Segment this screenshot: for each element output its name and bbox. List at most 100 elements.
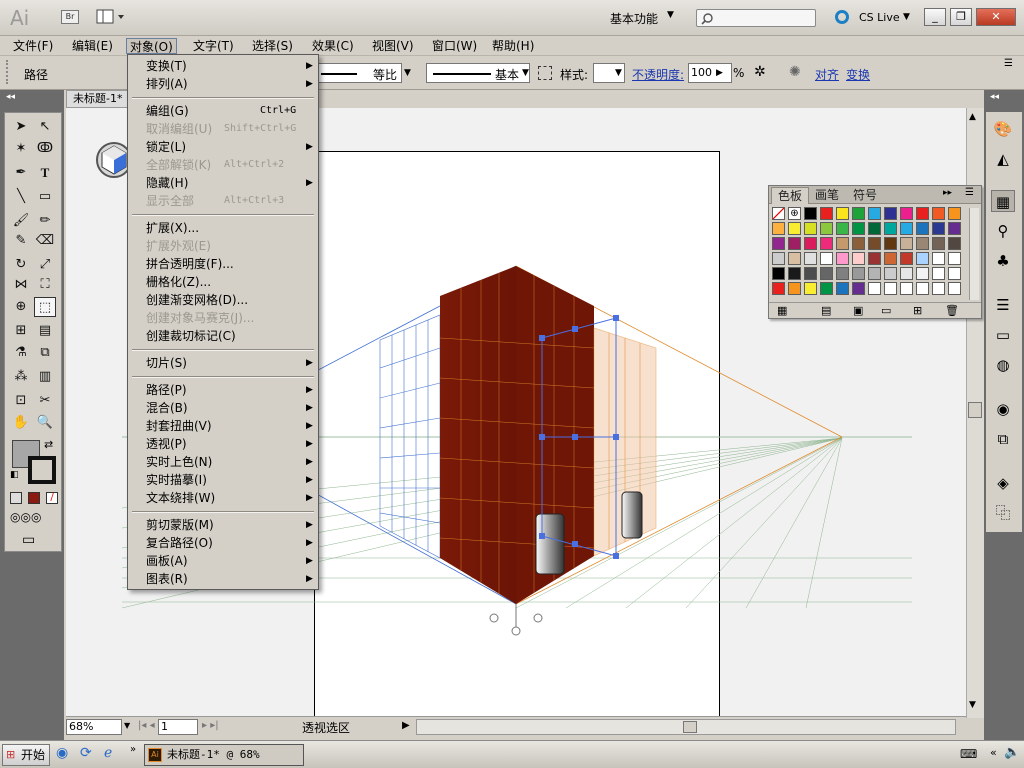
color-swatch[interactable] <box>916 282 929 295</box>
menu-file[interactable]: 文件(F) <box>10 38 56 54</box>
color-swatch[interactable] <box>900 237 913 250</box>
object-menu-item[interactable]: 路径(P) <box>146 381 187 399</box>
color-swatch[interactable] <box>932 252 945 265</box>
object-menu-item[interactable]: 创建渐变网格(D)... <box>146 291 248 309</box>
layers-panel-icon[interactable]: ◈ <box>991 472 1015 494</box>
opacity-input[interactable]: 100 <box>688 63 732 83</box>
menu-window[interactable]: 窗口(W) <box>429 38 480 54</box>
color-swatch[interactable] <box>900 267 913 280</box>
arrange-documents-button[interactable] <box>96 8 128 26</box>
color-swatch[interactable] <box>804 222 817 235</box>
color-swatch[interactable] <box>804 207 817 220</box>
bridge-button[interactable]: Br <box>61 10 79 24</box>
blend-tool-icon[interactable]: ⧉ <box>34 343 56 363</box>
color-swatch[interactable] <box>788 267 801 280</box>
horizontal-scrollbar[interactable] <box>416 719 956 735</box>
color-swatch[interactable] <box>852 237 865 250</box>
document-setup-icon[interactable]: ✺ <box>789 64 801 80</box>
color-swatch[interactable] <box>852 267 865 280</box>
collapse-icon[interactable]: ◂◂ <box>6 92 15 102</box>
selection-tool-icon[interactable]: ➤ <box>10 117 32 137</box>
none-mode-icon[interactable]: / <box>46 492 58 504</box>
pen-tool-icon[interactable]: ✒ <box>10 163 32 183</box>
new-color-group-icon[interactable]: ▭ <box>881 304 891 317</box>
free-transform-tool-icon[interactable]: ⛶ <box>34 275 56 295</box>
menu-object[interactable]: 对象(O) <box>126 38 177 54</box>
eraser-tool-icon[interactable]: ⌫ <box>34 231 56 251</box>
color-swatch[interactable] <box>916 222 929 235</box>
zoom-tool-icon[interactable]: 🔍 <box>34 413 56 433</box>
color-swatch[interactable] <box>868 267 881 280</box>
perspective-grid-tool-icon[interactable]: ⬚ <box>34 297 56 317</box>
swatch-libraries-menu-icon[interactable]: ▦ <box>777 304 787 317</box>
color-swatch[interactable] <box>932 237 945 250</box>
graphic-styles-icon[interactable]: ⧉ <box>991 428 1015 450</box>
brush-definition-select[interactable]: 基本 <box>426 63 530 83</box>
chevron-down-icon[interactable]: ▼ <box>404 68 411 78</box>
artboards-panel-icon[interactable]: ⿻ <box>991 502 1015 524</box>
none-swatch[interactable] <box>772 207 785 220</box>
taskbar-illustrator-window[interactable]: 未标题-1* @ 68% (CM... <box>144 744 304 766</box>
menu-type[interactable]: 文字(T) <box>190 38 237 54</box>
status-menu-arrow[interactable]: ▶ <box>402 720 410 731</box>
hand-tool-icon[interactable]: ✋ <box>10 413 32 433</box>
drawing-modes-icon[interactable]: ◎◎◎ <box>10 510 41 524</box>
stroke-swatch[interactable] <box>28 456 56 484</box>
variable-width-profile-select[interactable]: 等比 <box>316 63 402 83</box>
width-tool-icon[interactable]: ⋈ <box>10 275 32 295</box>
color-swatch[interactable] <box>788 237 801 250</box>
ground-level-widgets[interactable] <box>489 604 543 636</box>
building-left-wall[interactable] <box>440 266 516 604</box>
recolor-artwork-icon[interactable] <box>538 66 552 80</box>
panel-menu-icon[interactable]: ☰ <box>965 187 974 198</box>
color-swatch[interactable] <box>788 222 801 235</box>
color-swatch[interactable] <box>820 237 833 250</box>
next-artboard-button[interactable]: ▸ ▸| <box>202 720 219 731</box>
color-swatch[interactable] <box>868 237 881 250</box>
color-swatch[interactable] <box>932 207 945 220</box>
opacity-link[interactable]: 不透明度: <box>632 66 684 83</box>
magic-wand-tool-icon[interactable]: ✶ <box>10 139 32 159</box>
align-link[interactable]: 对齐 <box>815 66 839 83</box>
close-button[interactable]: ✕ <box>976 8 1016 26</box>
color-swatch[interactable] <box>836 252 849 265</box>
color-swatch[interactable] <box>948 267 961 280</box>
quicklaunch-more-icon[interactable]: » <box>130 744 136 755</box>
expand-panels-icon[interactable]: ◂◂ <box>990 92 999 102</box>
window-right[interactable] <box>621 491 643 539</box>
object-menu-item[interactable]: 封套扭曲(V) <box>146 417 212 435</box>
chevron-down-icon[interactable]: ▼ <box>903 12 910 22</box>
stroke-panel-icon[interactable]: ☰ <box>991 294 1015 316</box>
color-swatch[interactable] <box>820 252 833 265</box>
chevron-down-icon[interactable]: ▼ <box>615 68 622 78</box>
gradient-tool-icon[interactable]: ▤ <box>34 321 56 341</box>
color-swatch[interactable] <box>900 222 913 235</box>
lasso-tool-icon[interactable]: ↂ <box>34 139 56 159</box>
object-menu-item[interactable]: 剪切蒙版(M) <box>146 516 214 534</box>
color-swatch[interactable] <box>820 207 833 220</box>
object-menu-item[interactable]: 变换(T) <box>146 57 187 75</box>
color-swatch[interactable] <box>884 267 897 280</box>
blob-brush-tool-icon[interactable]: ✎ <box>10 231 32 251</box>
object-menu-item[interactable]: 隐藏(H) <box>146 174 188 192</box>
object-menu-item[interactable]: 复合路径(O) <box>146 534 213 552</box>
object-menu-item[interactable]: 栅格化(Z)... <box>146 273 211 291</box>
object-menu-item[interactable]: 扩展(X)... <box>146 219 199 237</box>
color-swatch[interactable] <box>788 252 801 265</box>
select-similar-icon[interactable]: ✲ <box>754 64 766 80</box>
tray-expand[interactable]: « <box>990 746 997 759</box>
menu-select[interactable]: 选择(S) <box>249 38 296 54</box>
chevron-down-icon[interactable]: ▼ <box>124 721 130 730</box>
color-swatch[interactable] <box>852 252 865 265</box>
quicklaunch-explorer-icon[interactable]: ⟳ <box>80 745 92 761</box>
color-swatch[interactable] <box>916 252 929 265</box>
vertical-scroll-thumb[interactable] <box>968 402 982 418</box>
menu-help[interactable]: 帮助(H) <box>489 38 537 54</box>
minimize-button[interactable]: _ <box>924 8 946 26</box>
object-menu-item[interactable]: 文本绕排(W) <box>146 489 215 507</box>
line-tool-icon[interactable]: ╲ <box>10 187 32 207</box>
type-tool-icon[interactable]: T <box>34 163 56 183</box>
scroll-down-icon[interactable]: ▼ <box>969 700 976 710</box>
color-swatch[interactable] <box>884 222 897 235</box>
symbol-sprayer-tool-icon[interactable]: ⁂ <box>10 367 32 387</box>
